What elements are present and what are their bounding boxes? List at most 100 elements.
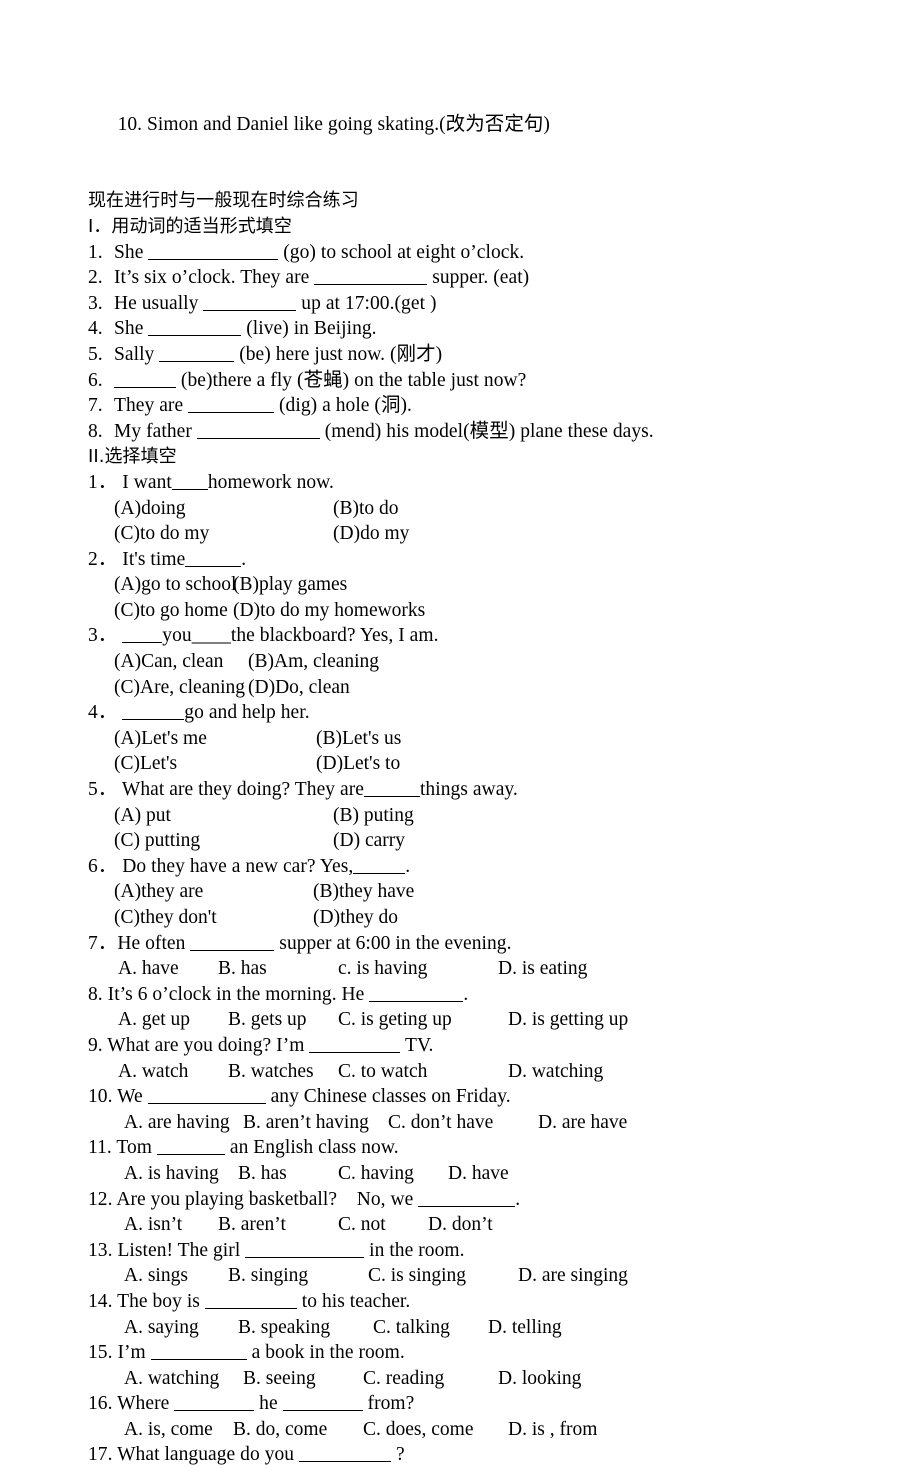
mc-option[interactable]: (D)Do, clean [248, 677, 350, 698]
answer-blank[interactable] [174, 1392, 255, 1412]
mc-option[interactable]: (A)Can, clean [88, 649, 248, 675]
answer-blank[interactable] [314, 266, 428, 286]
answer-blank[interactable] [188, 394, 275, 414]
mc-option[interactable]: (A)doing [88, 496, 333, 522]
answer-blank[interactable] [147, 1085, 266, 1105]
mc-option[interactable]: (A)they are [88, 879, 313, 905]
mc-option[interactable]: A. saying [124, 1315, 238, 1341]
answer-blank[interactable] [353, 854, 406, 874]
answer-blank[interactable] [122, 624, 163, 644]
mc-option[interactable]: A. is having [124, 1161, 238, 1187]
mc-option[interactable]: B. singing [228, 1263, 368, 1289]
mc-option[interactable]: C. does, come [363, 1417, 508, 1443]
mc-option[interactable]: (B)Let's us [316, 728, 401, 749]
answer-blank[interactable] [204, 1289, 297, 1309]
mc-option[interactable]: C. reading [363, 1366, 498, 1392]
answer-blank[interactable] [122, 701, 185, 721]
mc-option[interactable]: B. do, come [233, 1417, 363, 1443]
mc-option[interactable]: (A) put [88, 803, 333, 829]
answer-blank[interactable] [299, 1443, 392, 1463]
mc-option[interactable]: (B)Am, cleaning [248, 651, 379, 672]
mc-option[interactable]: A. is, come [124, 1417, 233, 1443]
mc-option[interactable]: A. get up [118, 1007, 228, 1033]
stem-pre: What are you doing? I’m [102, 1034, 310, 1056]
mc-option[interactable]: (C)Let's [88, 751, 316, 777]
mc-option[interactable]: (D) carry [333, 830, 405, 851]
mc-option[interactable]: (B) puting [333, 805, 414, 826]
mc-option[interactable]: (C)to do my [88, 521, 333, 547]
stem-post: supper at 6:00 in the evening. [274, 932, 512, 954]
mc-option[interactable]: D. is , from [508, 1417, 597, 1443]
answer-blank[interactable] [171, 470, 208, 490]
mc-option[interactable]: (D)Let's to [316, 753, 400, 774]
mc-option[interactable]: B. seeing [243, 1366, 363, 1392]
mc-option[interactable]: D. don’t [428, 1212, 493, 1238]
mc-option[interactable]: D. watching [508, 1059, 603, 1085]
mc-option[interactable]: B. speaking [238, 1315, 373, 1341]
mc-option[interactable]: A. watch [118, 1059, 228, 1085]
answer-blank[interactable] [369, 982, 464, 1002]
stem-post: . [515, 1188, 521, 1210]
mc-option[interactable]: (D)to do my homeworks [233, 600, 425, 621]
mc-option[interactable]: B. aren’t having [243, 1110, 388, 1136]
mc-option[interactable]: (D)do my [333, 523, 409, 544]
mc-option[interactable]: (B)play games [233, 574, 347, 595]
answer-blank[interactable] [150, 1341, 247, 1361]
mc-option[interactable]: D. telling [488, 1315, 562, 1341]
answer-blank[interactable] [196, 419, 320, 439]
mc-option[interactable]: (C)Are, cleaning [88, 675, 248, 701]
mc-option-row: (C)Let's (D)Let's to [88, 751, 888, 777]
stem-post: you____the blackboard? Yes, I am. [162, 625, 439, 647]
answer-blank[interactable] [245, 1238, 365, 1258]
answer-blank[interactable] [309, 1033, 401, 1053]
item-number: 4. [88, 318, 103, 340]
mc-option[interactable]: C. to watch [338, 1059, 508, 1085]
answer-blank[interactable] [190, 931, 275, 951]
mc-option[interactable]: B. gets up [228, 1007, 338, 1033]
answer-blank[interactable] [148, 240, 279, 260]
mc-option[interactable]: (B)they have [313, 881, 414, 902]
mc-option[interactable]: B. has [218, 956, 338, 982]
item-text-post: (mend) his model(模型) plane these days. [319, 420, 654, 442]
mc-option[interactable]: (B)to do [333, 498, 399, 519]
item-text-pre: It’s six o’clock. They are [114, 267, 315, 289]
mc-option[interactable]: A. sings [124, 1263, 228, 1289]
mc-option[interactable]: B. has [238, 1161, 338, 1187]
answer-blank[interactable] [114, 368, 176, 388]
mc-option[interactable]: C. don’t have [388, 1110, 538, 1136]
answer-blank[interactable] [203, 291, 297, 311]
mc-option[interactable]: B. aren’t [218, 1212, 338, 1238]
mc-option[interactable]: D. are have [538, 1110, 627, 1136]
mc-option[interactable]: A. isn’t [124, 1212, 218, 1238]
mc-option[interactable]: D. are singing [518, 1263, 628, 1289]
mc-option[interactable]: B. watches [228, 1059, 338, 1085]
mc-option[interactable]: C. is singing [368, 1263, 518, 1289]
mc-option[interactable]: D. have [448, 1161, 509, 1187]
mc-option[interactable]: A. are having [124, 1110, 243, 1136]
mc-option[interactable]: C. not [338, 1212, 428, 1238]
mc-option[interactable]: (C)they don't [88, 905, 313, 931]
mc-option[interactable]: (D)they do [313, 907, 398, 928]
mc-option[interactable]: D. is getting up [508, 1007, 628, 1033]
mc-option[interactable]: D. is eating [498, 956, 587, 982]
answer-blank[interactable] [282, 1392, 363, 1412]
answer-blank[interactable] [159, 342, 235, 362]
answer-blank[interactable] [418, 1187, 516, 1207]
mc-option[interactable]: A. watching [124, 1366, 243, 1392]
mc-option[interactable]: (C)to go home [88, 598, 233, 624]
answer-blank[interactable] [156, 1136, 225, 1156]
mc-option[interactable]: D. looking [498, 1366, 581, 1392]
answer-blank[interactable] [185, 547, 242, 567]
mc-option[interactable]: (A)go to school [88, 572, 236, 598]
mc-option[interactable]: C. talking [373, 1315, 488, 1341]
mc-option[interactable]: A. have [118, 956, 218, 982]
item-number: 7. [88, 395, 103, 417]
answer-blank[interactable] [363, 778, 420, 798]
mc-option[interactable]: (A)Let's me [88, 726, 316, 752]
mc-option[interactable]: (C) putting [88, 828, 333, 854]
answer-blank[interactable] [148, 317, 242, 337]
mc-option[interactable]: C. having [338, 1161, 448, 1187]
stem-post: ? [391, 1444, 405, 1466]
mc-option[interactable]: C. is geting up [338, 1007, 508, 1033]
mc-option[interactable]: c. is having [338, 956, 498, 982]
